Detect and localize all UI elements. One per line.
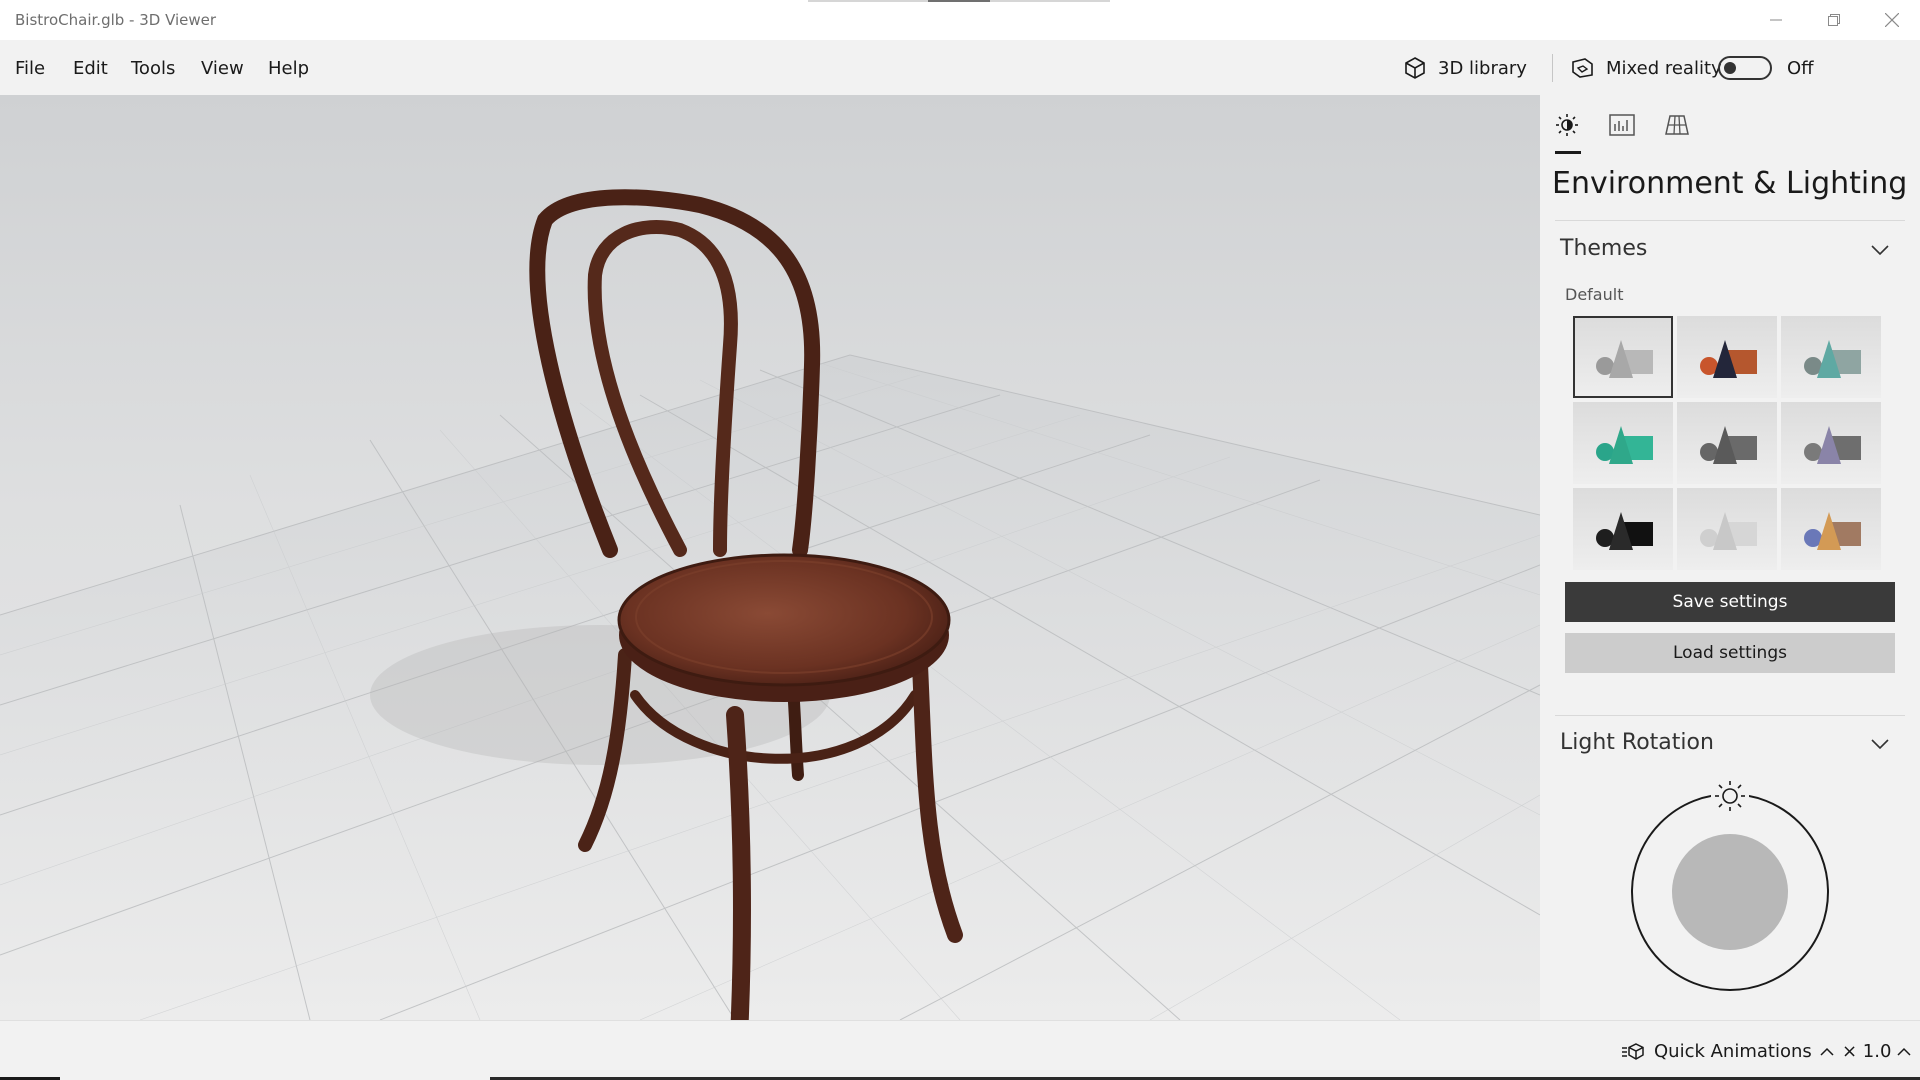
theme-preview-icon <box>1596 340 1653 378</box>
tab-grid[interactable] <box>1659 107 1695 143</box>
tab-stats[interactable] <box>1604 107 1640 143</box>
snap-indicator-active <box>928 0 990 2</box>
theme-preview-icon <box>1700 512 1757 550</box>
quick-animations-button[interactable]: Quick Animations <box>1622 1041 1834 1062</box>
toggle-state-label: Off <box>1787 58 1814 79</box>
theme-preview-icon <box>1700 426 1757 464</box>
theme-swatch[interactable] <box>1573 488 1673 570</box>
theme-preview-icon <box>1804 512 1861 550</box>
quick-animations-label: Quick Animations <box>1654 1041 1812 1062</box>
toggle-knob <box>1724 62 1736 74</box>
3d-library-button[interactable]: 3D library <box>1402 53 1527 83</box>
window-title: BistroChair.glb - 3D Viewer <box>15 11 217 29</box>
restore-button[interactable] <box>1806 0 1862 40</box>
panel-title: Environment & Lighting <box>1552 166 1908 201</box>
theme-preview-icon <box>1596 426 1653 464</box>
theme-swatch[interactable] <box>1573 316 1673 398</box>
playback-speed-button[interactable]: × 1.0 <box>1842 1041 1911 1062</box>
menu-tools[interactable]: Tools <box>131 58 175 79</box>
themes-heading[interactable]: Themes <box>1560 236 1647 261</box>
snap-indicator <box>808 0 928 2</box>
playback-speed-label: × 1.0 <box>1842 1041 1892 1062</box>
menu-file[interactable]: File <box>15 58 45 79</box>
snap-indicator <box>990 0 1110 2</box>
close-button[interactable] <box>1864 0 1920 40</box>
close-icon <box>1885 13 1899 27</box>
theme-preview-icon <box>1700 340 1757 378</box>
light-sphere-preview <box>1672 834 1788 950</box>
chevron-down-icon[interactable] <box>1870 738 1890 750</box>
light-rotation-dial[interactable] <box>1620 775 1840 995</box>
theme-grid <box>1573 316 1883 570</box>
theme-swatch[interactable] <box>1781 402 1881 484</box>
theme-swatch[interactable] <box>1781 316 1881 398</box>
3d-library-label: 3D library <box>1438 57 1527 79</box>
chevron-up-icon <box>1820 1047 1834 1056</box>
tab-environment[interactable] <box>1549 107 1585 143</box>
themes-subheading: Default <box>1565 285 1624 304</box>
menu-view[interactable]: View <box>201 58 244 79</box>
active-tab-indicator <box>1555 151 1581 154</box>
status-bar: Quick Animations × 1.0 <box>0 1020 1920 1080</box>
chevron-up-icon <box>1897 1047 1911 1056</box>
theme-swatch[interactable] <box>1677 316 1777 398</box>
menu-help[interactable]: Help <box>268 58 309 79</box>
scene-canvas <box>0 189 1540 1020</box>
theme-swatch[interactable] <box>1573 402 1673 484</box>
grid-icon <box>1665 115 1689 135</box>
mixed-reality-label: Mixed reality <box>1606 57 1722 79</box>
light-rotation-heading[interactable]: Light Rotation <box>1560 730 1714 755</box>
mixed-reality-button[interactable]: Mixed reality <box>1570 53 1722 83</box>
toolbar-divider <box>1552 54 1553 82</box>
theme-preview-icon <box>1596 512 1653 550</box>
minimize-icon <box>1770 19 1782 21</box>
mixed-reality-toggle[interactable] <box>1718 56 1772 80</box>
load-settings-button[interactable]: Load settings <box>1565 633 1895 673</box>
theme-swatch[interactable] <box>1781 488 1881 570</box>
stats-icon <box>1609 114 1635 136</box>
theme-preview-icon <box>1804 340 1861 378</box>
cube-icon <box>1405 57 1425 79</box>
animation-icon <box>1622 1042 1644 1060</box>
title-bar: BistroChair.glb - 3D Viewer <box>0 0 1920 40</box>
menu-edit[interactable]: Edit <box>73 58 108 79</box>
minimize-button[interactable] <box>1748 0 1804 40</box>
theme-preview-icon <box>1804 426 1861 464</box>
save-settings-button[interactable]: Save settings <box>1565 582 1895 622</box>
theme-swatch[interactable] <box>1677 488 1777 570</box>
theme-swatch[interactable] <box>1677 402 1777 484</box>
section-divider <box>1555 715 1905 716</box>
restore-icon <box>1828 14 1840 26</box>
3d-viewport[interactable] <box>0 95 1540 1020</box>
menu-bar: File Edit Tools View Help 3D library Mix… <box>0 40 1920 95</box>
section-divider <box>1555 220 1905 221</box>
mixed-reality-icon <box>1572 58 1593 78</box>
light-sun-handle-icon[interactable] <box>1711 779 1749 813</box>
chevron-down-icon[interactable] <box>1870 244 1890 256</box>
sun-icon <box>1556 114 1578 136</box>
